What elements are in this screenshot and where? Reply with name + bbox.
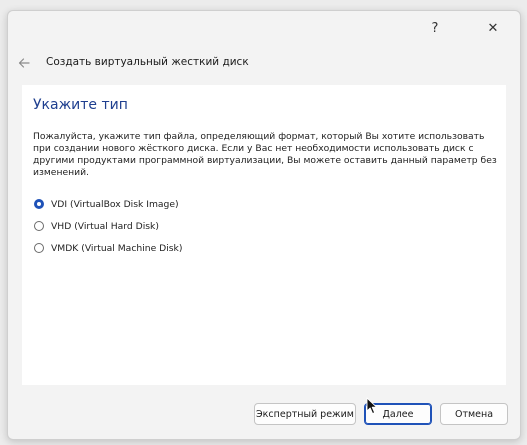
close-icon: ✕ [487,20,499,36]
cancel-button[interactable]: Отмена [440,403,508,425]
button-bar: Экспертный режим Далее Отмена [8,395,520,435]
option-label: VMDK (Virtual Machine Disk) [51,242,183,254]
disk-type-options: VDI (VirtualBox Disk Image) VHD (Virtual… [34,193,494,259]
titlebar: ? ✕ [8,11,520,43]
page-heading: Укажите тип [33,97,128,113]
wizard-header: Создать виртуальный жесткий диск [8,49,520,77]
radio-vmdk[interactable] [34,243,44,253]
option-label: VHD (Virtual Hard Disk) [51,220,159,232]
option-vmdk[interactable]: VMDK (Virtual Machine Disk) [34,237,494,259]
back-button[interactable] [12,51,36,75]
option-vhd[interactable]: VHD (Virtual Hard Disk) [34,215,494,237]
help-icon: ? [431,20,439,36]
expert-mode-button[interactable]: Экспертный режим [254,403,356,425]
wizard-page: Укажите тип Пожалуйста, укажите тип файл… [22,85,506,385]
close-button[interactable]: ✕ [475,15,511,41]
option-label: VDI (VirtualBox Disk Image) [51,198,179,210]
page-description: Пожалуйста, укажите тип файла, определяю… [33,131,497,178]
radio-vhd[interactable] [34,221,44,231]
arrow-left-icon [18,58,30,68]
create-virtual-disk-dialog: ? ✕ Создать виртуальный жесткий диск Ука… [7,10,521,440]
option-vdi[interactable]: VDI (VirtualBox Disk Image) [34,193,494,215]
help-button[interactable]: ? [417,15,453,41]
next-button[interactable]: Далее [364,403,432,425]
radio-vdi[interactable] [34,199,44,209]
wizard-title: Создать виртуальный жесткий диск [46,56,249,68]
